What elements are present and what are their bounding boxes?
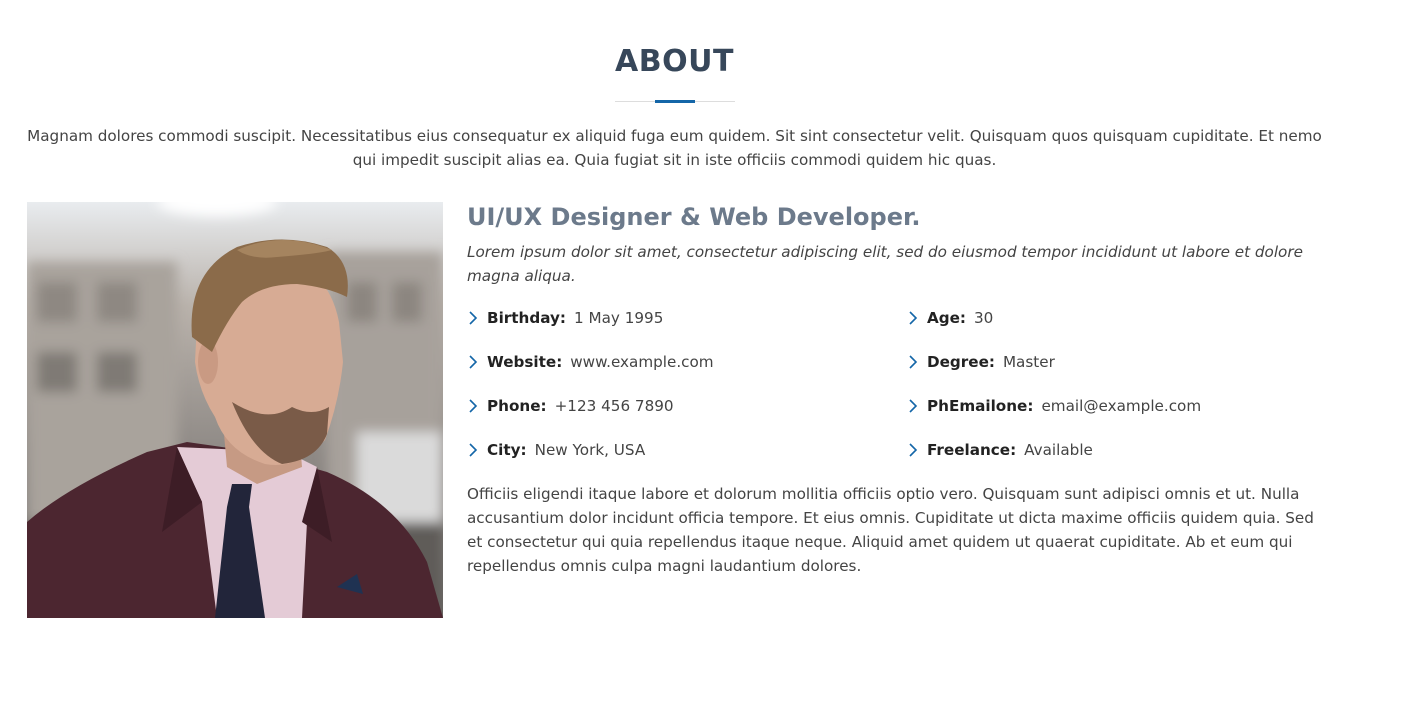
fact-label: Age: xyxy=(927,309,966,327)
fact-value: email@example.com xyxy=(1041,397,1202,415)
fact-label: City: xyxy=(487,441,527,459)
fact-label: Website: xyxy=(487,353,563,371)
section-title: ABOUT xyxy=(615,44,734,79)
chevron-right-icon xyxy=(469,311,478,325)
fact-birthday: Birthday: 1 May 1995 xyxy=(467,306,663,330)
chevron-right-icon xyxy=(909,355,918,369)
profile-photo xyxy=(27,202,443,618)
fact-phone: Phone: +123 456 7890 xyxy=(467,394,674,418)
fact-website: Website: www.example.com xyxy=(467,350,714,374)
lead-text: Lorem ipsum dolor sit amet, consectetur … xyxy=(467,243,1303,285)
chevron-right-icon xyxy=(469,399,478,413)
fact-value: 30 xyxy=(974,309,994,327)
fact-label: Freelance: xyxy=(927,441,1017,459)
bio-text: Officiis eligendi itaque labore et dolor… xyxy=(467,485,1314,575)
fact-city: City: New York, USA xyxy=(467,438,645,462)
fact-degree: Degree: Master xyxy=(907,350,1055,374)
profile-content: UI/UX Designer & Web Developer. Lorem ip… xyxy=(467,200,1332,575)
role-heading: UI/UX Designer & Web Developer. xyxy=(467,203,921,231)
chevron-right-icon xyxy=(909,399,918,413)
title-accent-bar xyxy=(655,100,695,103)
chevron-right-icon xyxy=(909,311,918,325)
fact-label: PhEmailone: xyxy=(927,397,1034,415)
fact-freelance: Freelance: Available xyxy=(907,438,1093,462)
chevron-right-icon xyxy=(469,355,478,369)
intro-text: Magnam dolores commodi suscipit. Necessi… xyxy=(27,127,1322,169)
fact-value: Available xyxy=(1024,441,1093,459)
chevron-right-icon xyxy=(909,443,918,457)
chevron-right-icon xyxy=(469,443,478,457)
fact-age: Age: 30 xyxy=(907,306,993,330)
fact-value: +123 456 7890 xyxy=(554,397,674,415)
fact-value: 1 May 1995 xyxy=(573,309,664,327)
fact-value: Master xyxy=(1002,353,1055,371)
fact-value: www.example.com xyxy=(570,353,714,371)
fact-value: New York, USA xyxy=(534,441,646,459)
fact-label: Phone: xyxy=(487,397,547,415)
fact-label: Degree: xyxy=(927,353,995,371)
fact-label: Birthday: xyxy=(487,309,566,327)
fact-email: PhEmailone: email@example.com xyxy=(907,394,1201,418)
